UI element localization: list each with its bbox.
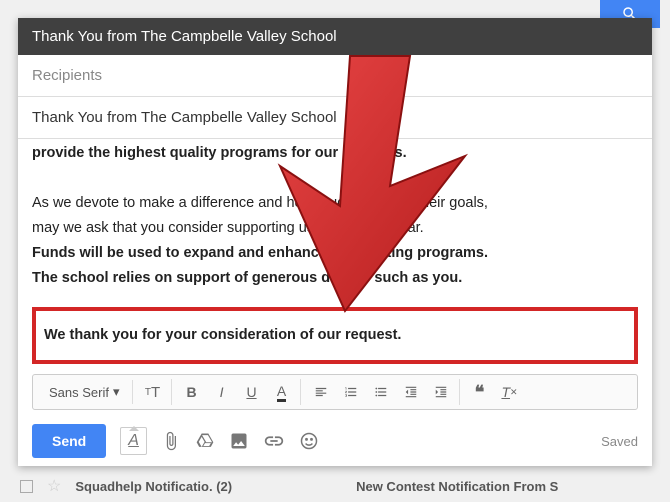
remove-format-button[interactable]: T✕: [498, 379, 522, 405]
bulleted-list-button[interactable]: [369, 379, 393, 405]
format-toolbar: Sans Serif ▾ TT B I U A: [32, 374, 638, 410]
recipients-field[interactable]: Recipients: [18, 55, 652, 97]
indent-less-button[interactable]: [399, 379, 423, 405]
body-bold2: The school relies on support of generous…: [32, 268, 638, 289]
text-color-button[interactable]: A: [270, 379, 294, 405]
body-bold1: Funds will be used to expand and enhance…: [32, 243, 638, 264]
chevron-down-icon: ▾: [113, 384, 120, 400]
body-para1-l1: As we devote to make a difference and he…: [32, 193, 638, 214]
bold-button[interactable]: B: [180, 379, 204, 405]
compose-window: Thank You from The Campbelle Valley Scho…: [18, 18, 652, 466]
font-size-button[interactable]: TT: [141, 379, 165, 405]
numbered-list-button[interactable]: [339, 379, 363, 405]
recipients-placeholder: Recipients: [32, 67, 102, 84]
inbox-row-bg: ☆ Squadhelp Notificatio. (2) New Contest…: [20, 476, 660, 496]
attach-button[interactable]: [161, 431, 181, 451]
insert-emoji-button[interactable]: [299, 431, 319, 451]
italic-button[interactable]: I: [210, 379, 234, 405]
body-cutoff-line: provide the highest quality programs for…: [32, 143, 638, 164]
row-sender: Squadhelp Notificatio. (2): [75, 479, 232, 494]
send-button[interactable]: Send: [32, 424, 106, 458]
format-toggle-button[interactable]: A: [120, 427, 147, 455]
row-checkbox[interactable]: [20, 480, 33, 493]
drive-button[interactable]: [195, 431, 215, 451]
insert-photo-button[interactable]: [229, 431, 249, 451]
subject-field[interactable]: Thank You from The Campbelle Valley Scho…: [18, 97, 652, 139]
highlighted-text: We thank you for your consideration of o…: [44, 325, 626, 346]
quote-button[interactable]: ❝: [468, 379, 492, 405]
highlighted-box: We thank you for your consideration of o…: [32, 307, 638, 364]
compose-bottom-bar: Send A Saved: [18, 416, 652, 466]
underline-button[interactable]: U: [240, 379, 264, 405]
saved-status: Saved: [601, 434, 638, 449]
font-select[interactable]: Sans Serif ▾: [43, 380, 126, 404]
row-subject: New Contest Notification From S: [356, 479, 558, 494]
align-left-button[interactable]: [309, 379, 333, 405]
subject-text: Thank You from The Campbelle Valley Scho…: [32, 109, 337, 126]
compose-header[interactable]: Thank You from The Campbelle Valley Scho…: [18, 18, 652, 55]
indent-more-button[interactable]: [429, 379, 453, 405]
body-para1-l2: may we ask that you consider supporting …: [32, 218, 638, 239]
star-icon[interactable]: ☆: [47, 476, 61, 496]
email-body[interactable]: provide the highest quality programs for…: [18, 139, 652, 368]
compose-title: Thank You from The Campbelle Valley Scho…: [32, 28, 337, 45]
insert-link-button[interactable]: [263, 430, 285, 452]
